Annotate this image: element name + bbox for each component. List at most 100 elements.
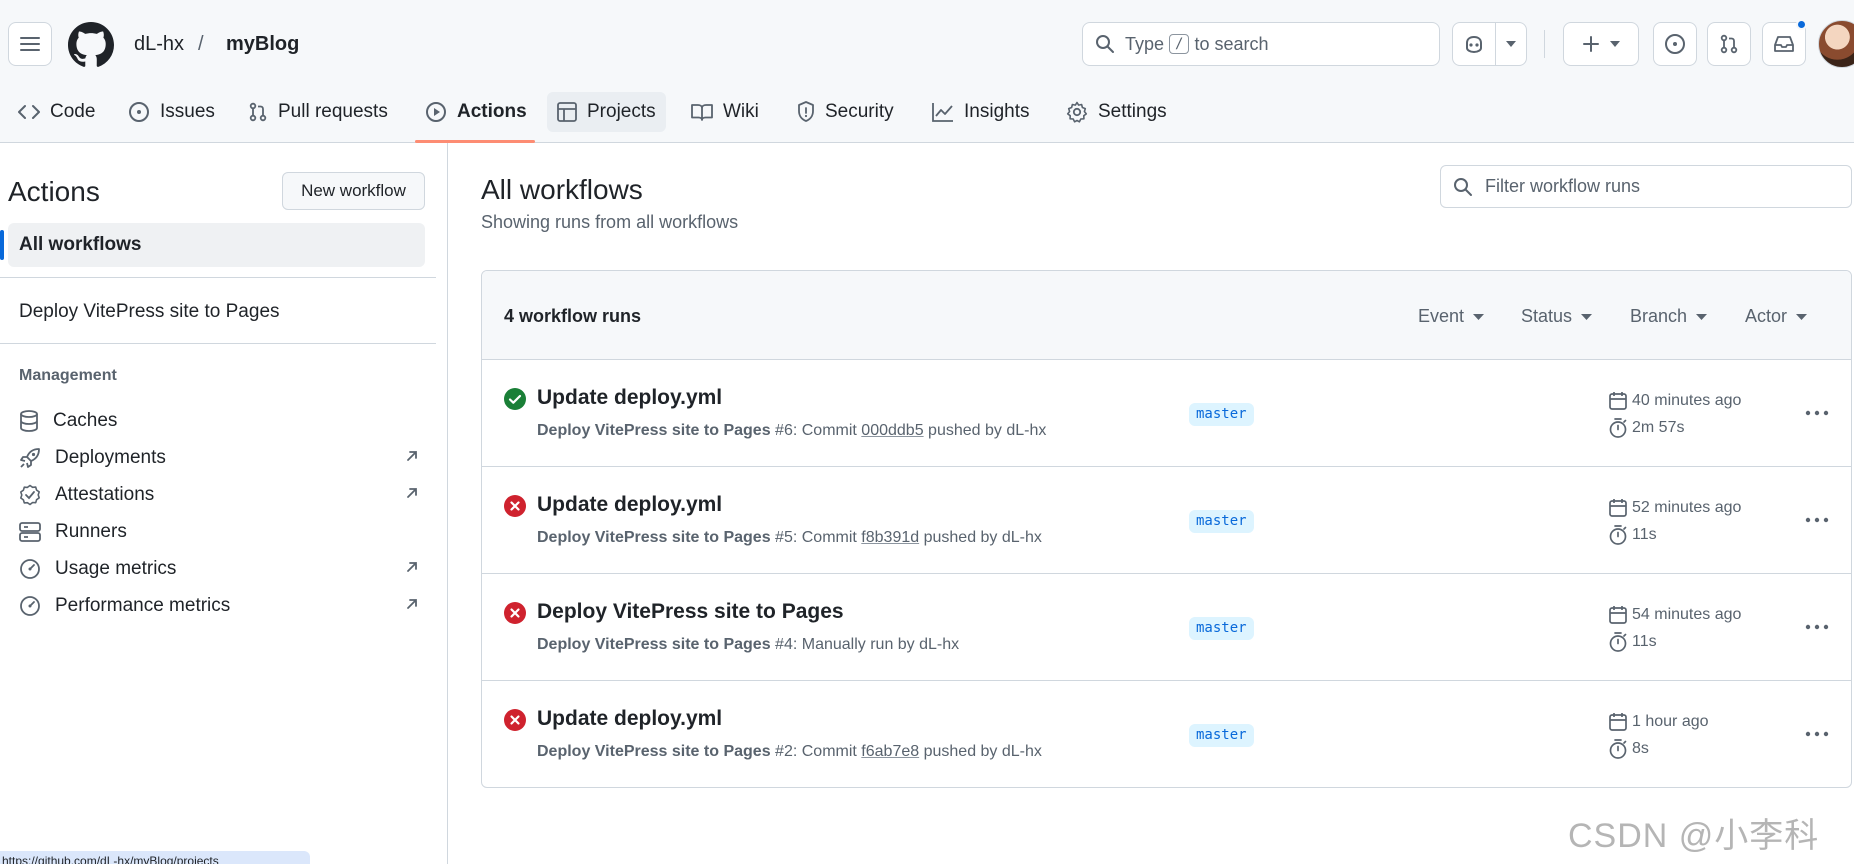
create-new-button[interactable] [1563, 22, 1639, 66]
run-meta: Deploy VitePress site to Pages #5: Commi… [537, 529, 1042, 547]
tab-insights[interactable]: Insights [922, 92, 1039, 132]
workflow-run-row[interactable]: Deploy VitePress site to Pages Deploy Vi… [482, 574, 1851, 681]
run-number: #6 [775, 422, 793, 439]
issue-opened-icon [129, 102, 149, 122]
tab-pull-requests[interactable]: Pull requests [238, 92, 398, 132]
run-meta: Deploy VitePress site to Pages #4: Manua… [537, 636, 959, 654]
tab-issues[interactable]: Issues [118, 92, 225, 132]
sidebar-item-caches[interactable]: Caches [19, 403, 419, 439]
run-duration-text: 11s [1632, 633, 1657, 650]
sidebar-item-attestations[interactable]: Attestations [19, 477, 419, 513]
watermark: CSDN @小李科技 [1568, 817, 1820, 855]
stopwatch-icon [1609, 418, 1627, 438]
sidebar-item-all-workflows[interactable]: All workflows [8, 223, 425, 267]
search-icon [1454, 177, 1472, 196]
shield-icon [798, 101, 814, 122]
tab-security[interactable]: Security [787, 92, 904, 132]
filter-label: Status [1521, 306, 1573, 326]
run-timestamp: 52 minutes ago [1609, 498, 1741, 517]
run-meta: Deploy VitePress site to Pages #2: Commi… [537, 743, 1042, 761]
run-options-button[interactable] [1802, 402, 1832, 424]
tab-code[interactable]: Code [8, 92, 105, 132]
commit-sha-link[interactable]: f8b391d [861, 529, 919, 546]
filter-status-dropdown[interactable]: Status [1521, 306, 1593, 327]
sidebar-item-workflow[interactable]: Deploy VitePress site to Pages [19, 300, 280, 324]
run-title-link[interactable]: Update deploy.yml [537, 385, 722, 411]
filter-runs-input[interactable]: Filter workflow runs [1440, 165, 1852, 208]
calendar-icon [1609, 392, 1627, 410]
verified-icon [20, 484, 40, 506]
sidebar-item-deployments[interactable]: Deployments [19, 440, 419, 476]
menu-button[interactable] [8, 22, 52, 66]
github-logo-icon[interactable] [68, 22, 114, 68]
run-workflow-name: Deploy VitePress site to Pages [537, 422, 771, 439]
branch-label[interactable]: master [1189, 510, 1254, 533]
run-options-button[interactable] [1802, 723, 1832, 745]
run-duration-text: 8s [1632, 740, 1649, 757]
run-duration: 11s [1609, 525, 1657, 545]
tab-actions[interactable]: Actions [415, 92, 537, 132]
sidebar-item-performance-metrics[interactable]: Performance metrics [19, 588, 419, 624]
workflow-run-row[interactable]: Update deploy.yml Deploy VitePress site … [482, 467, 1851, 574]
search-icon [1096, 35, 1114, 53]
filter-label: Branch [1630, 306, 1688, 326]
branch-label[interactable]: master [1189, 403, 1254, 426]
run-title-link[interactable]: Update deploy.yml [537, 492, 722, 518]
sidebar-title: Actions [8, 176, 100, 207]
workflow-run-row[interactable]: Update deploy.yml Deploy VitePress site … [482, 681, 1851, 787]
run-number: #5 [775, 529, 793, 546]
run-duration-text: 11s [1632, 526, 1657, 543]
database-icon [20, 410, 38, 432]
your-pull-requests-button[interactable] [1707, 22, 1751, 66]
branch-label[interactable]: master [1189, 724, 1254, 747]
run-options-button[interactable] [1802, 616, 1832, 638]
tab-label: Projects [587, 101, 656, 122]
user-avatar[interactable] [1818, 20, 1854, 68]
run-timestamp: 54 minutes ago [1609, 605, 1741, 624]
filter-event-dropdown[interactable]: Event [1418, 306, 1485, 327]
link-external-arrow-icon [407, 488, 417, 498]
breadcrumb-repo[interactable]: myBlog [226, 32, 299, 56]
filter-actor-dropdown[interactable]: Actor [1745, 306, 1808, 327]
your-issues-button[interactable] [1653, 22, 1697, 66]
kebab-horizontal-icon [1805, 731, 1829, 737]
run-duration: 8s [1609, 739, 1649, 759]
breadcrumb-owner[interactable]: dL-hx [134, 32, 184, 56]
calendar-icon [1609, 713, 1627, 731]
new-workflow-button[interactable]: New workflow [282, 172, 425, 210]
sidebar-item-label: Runners [55, 521, 127, 542]
rocket-icon [20, 448, 40, 468]
copilot-dropdown-button[interactable] [1495, 22, 1527, 66]
run-timestamp: 40 minutes ago [1609, 391, 1741, 410]
tab-label: Issues [160, 101, 215, 122]
sidebar-item-label: Performance metrics [55, 595, 231, 616]
tab-label: Security [825, 101, 894, 122]
global-search-input[interactable]: Type / to search [1082, 22, 1440, 66]
issue-opened-icon [1665, 34, 1685, 54]
tab-projects[interactable]: Projects [547, 92, 666, 132]
tab-label: Pull requests [278, 101, 388, 122]
run-event: : Manually run by dL-hx [792, 636, 960, 653]
tab-wiki[interactable]: Wiki [681, 92, 769, 132]
branch-label[interactable]: master [1189, 617, 1254, 640]
page-subtitle: Showing runs from all workflows [481, 212, 739, 232]
filter-branch-dropdown[interactable]: Branch [1630, 306, 1708, 327]
run-title-link[interactable]: Deploy VitePress site to Pages [537, 599, 844, 625]
sidebar-item-usage-metrics[interactable]: Usage metrics [19, 551, 419, 587]
sidebar-item-runners[interactable]: Runners [19, 514, 419, 550]
run-options-button[interactable] [1802, 509, 1832, 531]
x-circle-fill-icon [504, 495, 526, 517]
page-title: All workflows [481, 174, 643, 205]
tab-settings[interactable]: Settings [1056, 92, 1177, 132]
workflow-runs-list: 4 workflow runs Event Status Branch Acto… [481, 270, 1852, 788]
run-title-link[interactable]: Update deploy.yml [537, 706, 722, 732]
stopwatch-icon [1609, 739, 1627, 759]
copilot-button[interactable] [1452, 22, 1496, 66]
commit-sha-link[interactable]: 000ddb5 [861, 422, 923, 439]
workflow-run-row[interactable]: Update deploy.yml Deploy VitePress site … [482, 360, 1851, 467]
run-workflow-name: Deploy VitePress site to Pages [537, 529, 771, 546]
commit-sha-link[interactable]: f6ab7e8 [861, 743, 919, 760]
tab-label: Code [50, 101, 96, 122]
check-circle-fill-icon [504, 388, 526, 410]
tab-label: Actions [457, 101, 527, 122]
